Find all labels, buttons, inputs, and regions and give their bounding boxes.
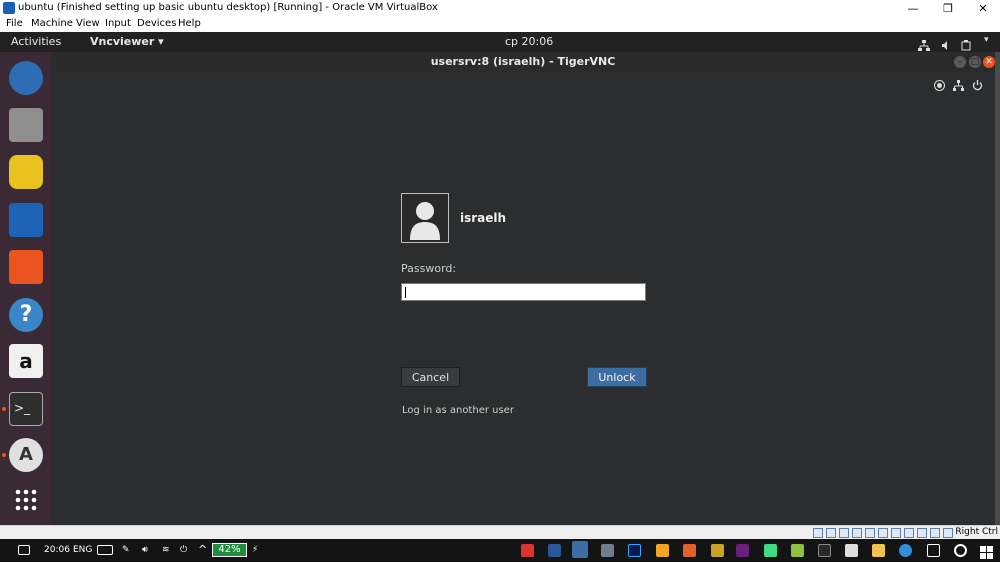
- thunderbird-icon[interactable]: [9, 61, 43, 95]
- running-indicator: [2, 407, 6, 411]
- audio-icon[interactable]: [839, 528, 849, 538]
- battery-status-icon[interactable]: [961, 36, 971, 51]
- system-menu-arrow-icon[interactable]: ▾: [984, 35, 994, 46]
- vnc-close-button[interactable]: ✕: [983, 56, 995, 68]
- menu-devices[interactable]: Devices: [137, 18, 176, 29]
- usb-icon[interactable]: [865, 528, 875, 538]
- brave-icon[interactable]: [521, 544, 534, 557]
- maximize-button[interactable]: ❐: [933, 0, 963, 17]
- log-in-as-another-user-link[interactable]: Log in as another user: [402, 405, 514, 416]
- menu-bar: File Machine View Input Devices Help: [0, 17, 1000, 32]
- language-indicator[interactable]: ENG: [73, 545, 92, 555]
- virtualbox-icon: [3, 2, 15, 14]
- cancel-button[interactable]: Cancel: [401, 367, 460, 387]
- menu-help[interactable]: Help: [178, 18, 201, 29]
- window-title: ubuntu (Finished setting up basic ubuntu…: [18, 2, 438, 13]
- video-capture-icon[interactable]: [904, 528, 914, 538]
- touch-keyboard-icon[interactable]: [97, 545, 113, 555]
- writer-icon[interactable]: [9, 203, 43, 237]
- battery-indicator[interactable]: 42%: [212, 543, 247, 557]
- file-explorer-icon[interactable]: [872, 544, 885, 557]
- xampp-icon[interactable]: [683, 544, 696, 557]
- menu-machine[interactable]: Machine: [31, 18, 73, 29]
- hexagon-app-icon[interactable]: [656, 544, 669, 557]
- volume-icon[interactable]: [941, 36, 951, 50]
- gnome-top-bar: Activities Vncviewer ▾ cp 20:06 ▾: [0, 32, 1000, 52]
- power-icon[interactable]: [972, 76, 983, 91]
- clock[interactable]: cp 20:06: [505, 35, 553, 48]
- software-center-icon[interactable]: [9, 250, 43, 284]
- word-icon[interactable]: [548, 544, 561, 557]
- username-label: israelh: [460, 211, 507, 225]
- virtualbox-status-bar: Right Ctrl: [0, 525, 1000, 540]
- hard-disk-icon[interactable]: [813, 528, 823, 538]
- shared-folders-icon[interactable]: [878, 528, 888, 538]
- app-icon-2[interactable]: [791, 544, 804, 557]
- updater-icon[interactable]: A: [9, 438, 43, 472]
- vnc-window-title: usersrv:8 (israelh) - TigerVNC: [430, 55, 616, 68]
- keyboard-capture-icon[interactable]: [943, 528, 953, 538]
- app-icon-1[interactable]: [711, 544, 724, 557]
- windows-taskbar: 20:06 ENG ✎ 🔊︎ ≋ ⏻ ^ ⚡: [0, 539, 1000, 562]
- host-key-label: Right Ctrl: [955, 527, 998, 537]
- rhythmbox-icon[interactable]: [9, 155, 43, 189]
- app-grid-icon[interactable]: [14, 488, 38, 512]
- charging-icon: ⚡: [252, 545, 259, 555]
- avatar: [401, 193, 449, 243]
- close-button[interactable]: ✕: [968, 0, 998, 17]
- power-plug-icon[interactable]: ⏻: [180, 545, 187, 555]
- speaker-icon[interactable]: 🔊︎: [142, 545, 148, 555]
- menu-view[interactable]: View: [76, 18, 100, 29]
- vnc-scrollbar[interactable]: [995, 52, 1000, 525]
- files-icon[interactable]: [9, 108, 43, 142]
- display-icon[interactable]: [891, 528, 901, 538]
- menu-file[interactable]: File: [6, 18, 23, 29]
- search-icon[interactable]: [954, 544, 967, 557]
- unlock-button[interactable]: Unlock: [587, 367, 647, 387]
- network-adapter-icon[interactable]: [852, 528, 862, 538]
- android-studio-icon[interactable]: [764, 544, 777, 557]
- wifi-icon[interactable]: ≋: [162, 545, 170, 555]
- password-label: Password:: [401, 262, 457, 275]
- remote-desktop-icon[interactable]: [601, 544, 614, 557]
- help-icon[interactable]: ?: [9, 298, 43, 332]
- windows-start-icon[interactable]: [980, 544, 993, 559]
- running-indicator: [2, 453, 6, 457]
- photoshop-icon[interactable]: [628, 544, 641, 557]
- virtualbox-title-bar: ubuntu (Finished setting up basic ubuntu…: [0, 0, 1000, 17]
- amazon-icon[interactable]: a: [9, 344, 43, 378]
- vnc-minimize-button[interactable]: –: [954, 56, 966, 68]
- vnc-maximize-button[interactable]: □: [969, 56, 981, 68]
- vnc-window-header: usersrv:8 (israelh) - TigerVNC – □ ✕: [51, 52, 995, 73]
- text-caret: [405, 287, 406, 298]
- user-avatar-icon: [410, 202, 440, 240]
- chevron-up-icon[interactable]: ^: [198, 543, 207, 556]
- action-center-icon[interactable]: [18, 545, 30, 555]
- optical-drive-icon[interactable]: [826, 528, 836, 538]
- activities-button[interactable]: Activities: [11, 35, 61, 48]
- minimize-button[interactable]: —: [898, 0, 928, 17]
- store-icon[interactable]: [845, 544, 858, 557]
- network-icon[interactable]: [918, 36, 930, 51]
- terminal-icon[interactable]: >_: [9, 392, 43, 426]
- taskbar-clock[interactable]: 20:06: [44, 545, 70, 555]
- visual-studio-icon[interactable]: [736, 544, 749, 557]
- mouse-integration-icon[interactable]: [930, 528, 940, 538]
- cpu-icon[interactable]: [917, 528, 927, 538]
- remote-network-icon[interactable]: [953, 76, 964, 91]
- app-icon-3[interactable]: [818, 544, 831, 557]
- accessibility-icon[interactable]: [934, 76, 945, 91]
- app-menu[interactable]: Vncviewer ▾: [90, 35, 164, 48]
- virtualbox-taskbar-icon[interactable]: [572, 541, 588, 558]
- pen-icon[interactable]: ✎: [122, 545, 130, 555]
- password-field[interactable]: [401, 283, 646, 301]
- task-view-icon[interactable]: [927, 544, 940, 557]
- menu-input[interactable]: Input: [105, 18, 131, 29]
- edge-icon[interactable]: [899, 544, 912, 557]
